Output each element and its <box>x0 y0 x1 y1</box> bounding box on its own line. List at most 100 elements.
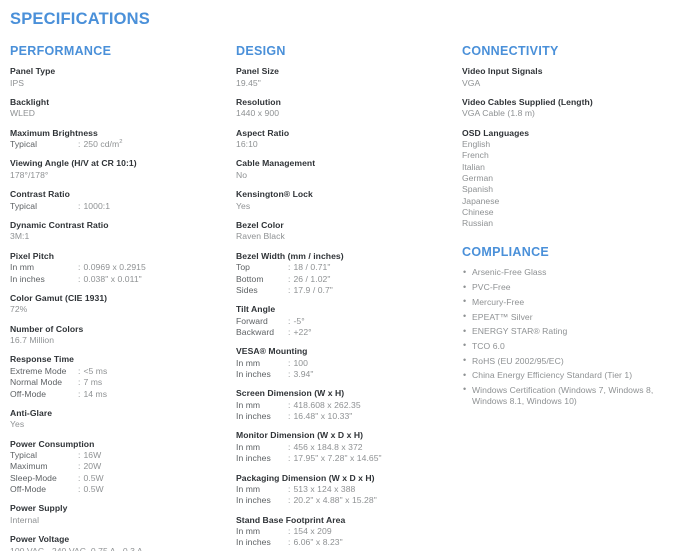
spec-value-list: English French Italian German Spanish Japanes… <box>462 139 672 229</box>
spec-row-key: Backward <box>236 326 275 337</box>
spec-value: IPS <box>10 77 25 88</box>
spec-label: Backlight <box>10 96 50 107</box>
spec-row: Sides:17.9 / 0.7" <box>236 285 458 296</box>
spec-label: Viewing Angle (H/V at CR 10:1) <box>10 158 137 169</box>
spec-row: Maximum:20W <box>10 461 232 472</box>
spec-row-value: 17.95" x 7.28" x 14.65" <box>293 453 382 464</box>
column-connectivity: CONNECTIVITY Video Input Signals VGA Video… <box>462 44 672 411</box>
spec-item: Viewing Angle (H/V at CR 10:1) 178°/178° <box>10 158 232 181</box>
spec-row: Typical:16W <box>10 450 232 461</box>
spec-value: 100 VAC - 240 VAC, 0.75 A - 0.3 A <box>10 545 143 551</box>
spec-row-key: In inches <box>236 495 271 506</box>
spec-label: Video Cables Supplied (Length) <box>462 96 593 107</box>
spec-item: Cable Management No <box>236 158 458 181</box>
spec-item: Video Input Signals VGA <box>462 66 672 89</box>
spec-row: In inches:16.48" x 10.33" <box>236 411 458 422</box>
spec-value: 16:10 <box>236 139 258 150</box>
spec-item: Bezel Width (mm / inches) Top:18 / 0.71" B… <box>236 251 458 296</box>
spec-row-value: 14 ms <box>83 388 108 399</box>
spec-label: Color Gamut (CIE 1931) <box>10 292 108 303</box>
spec-row: In mm:0.0969 x 0.2915 <box>10 262 232 273</box>
spec-label: Pixel Pitch <box>10 250 55 261</box>
spec-value: Yes <box>10 419 25 430</box>
spec-row-value: 20W <box>83 461 102 472</box>
spec-row: Normal Mode:7 ms <box>10 377 232 388</box>
spec-label: Screen Dimension (W x H) <box>236 388 345 399</box>
spec-item: Video Cables Supplied (Length) VGA Cable … <box>462 97 672 120</box>
spec-row-value: 20.2" x 4.88" x 15.28" <box>293 495 377 506</box>
spec-item: Anti-Glare Yes <box>10 408 232 431</box>
spec-row-value: -5° <box>293 315 305 326</box>
spec-label: Panel Size <box>236 66 280 76</box>
section-heading-performance: PERFORMANCE <box>10 44 112 58</box>
spec-value: 19.45" <box>236 77 261 88</box>
spec-label: Panel Type <box>10 66 56 76</box>
spec-item: Power Consumption Typical:16W Maximum:20W S… <box>10 439 232 496</box>
spec-row-key: Sleep-Mode <box>10 472 57 483</box>
spec-value: WLED <box>10 108 36 119</box>
spec-row: Sleep-Mode:0.5W <box>10 473 232 484</box>
spec-row-key: In inches <box>236 453 271 464</box>
spec-row: Off-Mode:0.5W <box>10 484 232 495</box>
spec-label: Maximum Brightness <box>10 127 98 138</box>
spec-row-value: <5 ms <box>83 365 108 376</box>
spec-row-key: In inches <box>236 411 271 422</box>
compliance-item: China Energy Efficiency Standard (Tier 1… <box>462 370 672 382</box>
spec-row: In mm:513 x 124 x 388 <box>236 484 458 495</box>
spec-item: Tilt Angle Forward: -5° Backward: +22° <box>236 304 458 338</box>
spec-row-value: 18 / 0.71" <box>293 262 331 273</box>
spec-row: Typical:1000:1 <box>10 201 232 212</box>
spec-item: Panel Size 19.45" <box>236 66 458 89</box>
spec-row-value: 3.94" <box>293 369 314 380</box>
spec-value: 3M:1 <box>10 231 30 242</box>
spec-label: Stand Base Footprint Area <box>236 514 346 525</box>
spec-row-key: In mm <box>236 441 261 452</box>
spec-item: Resolution 1440 x 900 <box>236 97 458 120</box>
spec-row-key: Sides <box>236 284 258 295</box>
spec-list-connectivity: Video Input Signals VGA Video Cables Suppl… <box>462 66 672 229</box>
spec-item: Packaging Dimension (W x D x H) In mm:513… <box>236 473 458 507</box>
spec-row: In inches:6.06" x 8.23" <box>236 537 458 548</box>
spec-row-value: 0.038" x 0.011" <box>83 273 142 284</box>
spec-item: Pixel Pitch In mm:0.0969 x 0.2915 In inche… <box>10 251 232 285</box>
compliance-item: PVC-Free <box>462 282 672 294</box>
spec-row: In inches:20.2" x 4.88" x 15.28" <box>236 495 458 506</box>
spec-label: OSD Languages <box>462 127 530 138</box>
spec-value-list-item: Japanese <box>462 195 500 206</box>
spec-row-key: Off-Mode <box>10 388 47 399</box>
spec-label: Cable Management <box>236 158 316 169</box>
spec-label: Anti-Glare <box>10 407 53 418</box>
compliance-item: EPEAT™ Silver <box>462 311 672 324</box>
spec-value-list-item: Spanish <box>462 184 494 195</box>
spec-value-list-item: Italian <box>462 161 485 172</box>
spec-item: Dynamic Contrast Ratio 3M:1 <box>10 220 232 243</box>
spec-label: Monitor Dimension (W x D x H) <box>236 430 364 441</box>
spec-row-value: 1000:1 <box>83 200 111 211</box>
spec-label: Number of Colors <box>10 323 84 334</box>
spec-label: Power Supply <box>10 503 68 514</box>
spec-row: Top:18 / 0.71" <box>236 262 458 273</box>
spec-label: Video Input Signals <box>462 66 543 76</box>
spec-label: Resolution <box>236 96 281 107</box>
spec-label: Bezel Width (mm / inches) <box>236 250 344 261</box>
compliance-item: RoHS (EU 2002/95/EC) <box>462 355 672 368</box>
compliance-item: TCO 6.0 <box>462 340 672 353</box>
spec-item: Kensington® Lock Yes <box>236 189 458 212</box>
spec-row: Backward: +22° <box>236 327 458 338</box>
spec-item: Monitor Dimension (W x D x H) In mm:456 x… <box>236 430 458 464</box>
spec-label: Power Voltage <box>10 534 70 545</box>
spec-row-key: In inches <box>236 537 271 548</box>
spec-value: 72% <box>10 304 28 315</box>
spec-row-value: 0.5W <box>83 472 104 483</box>
spec-value-list-item: German <box>462 172 494 183</box>
spec-row: Off-Mode:14 ms <box>10 389 232 400</box>
spec-value-list-item: English <box>462 139 491 150</box>
compliance-item: Mercury-Free <box>462 296 672 309</box>
spec-label: Tilt Angle <box>236 304 276 315</box>
compliance-list: Arsenic-Free Glass PVC-Free Mercury-Free EP… <box>462 267 672 408</box>
section-heading-connectivity: CONNECTIVITY <box>462 44 559 58</box>
spec-row: Bottom:26 / 1.02" <box>236 274 458 285</box>
spec-value: Yes <box>236 200 251 211</box>
spec-item: Color Gamut (CIE 1931) 72% <box>10 293 232 316</box>
spec-row-key: Top <box>236 262 251 273</box>
